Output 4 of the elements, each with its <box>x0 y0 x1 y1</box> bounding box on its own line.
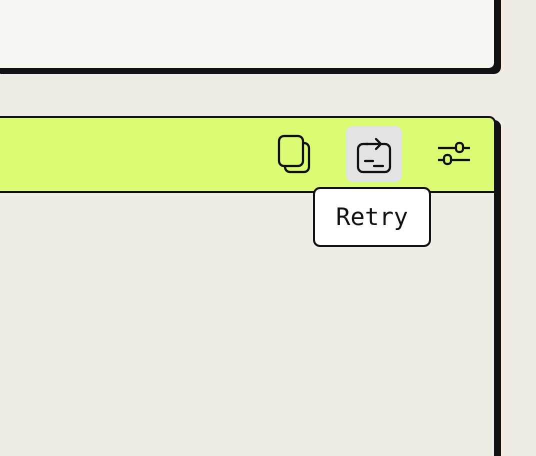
tooltip: Retry <box>313 187 431 247</box>
copy-icon <box>277 134 311 174</box>
retry-button[interactable] <box>346 126 402 182</box>
sliders-icon <box>437 141 471 167</box>
